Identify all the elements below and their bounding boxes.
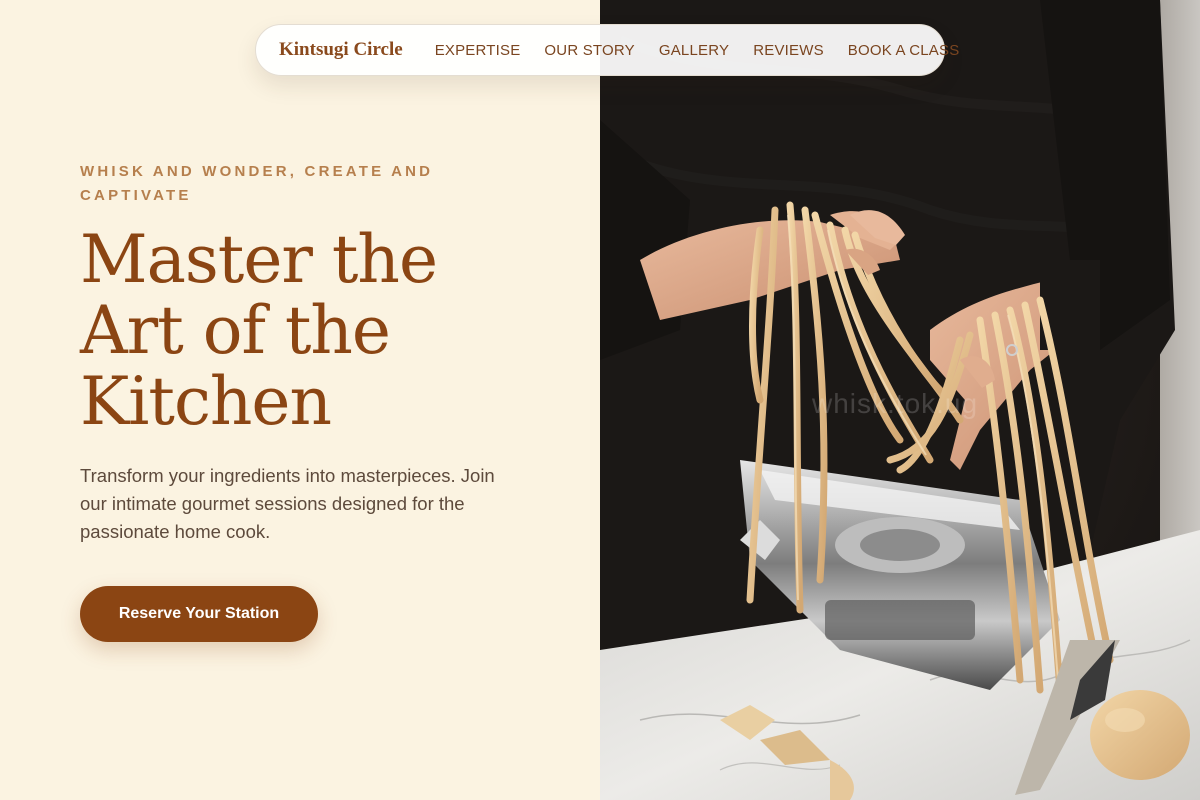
hero-headline-line-1: Master the	[80, 221, 438, 298]
photo-watermark: whisk.tok.ug	[812, 388, 979, 419]
hero-headline-line-2: Art of the	[80, 292, 391, 369]
hero-headline: Master the Art of the Kitchen	[80, 224, 550, 437]
nav-link-reviews[interactable]: REVIEWS	[753, 42, 824, 59]
nav-link-our-story[interactable]: OUR STORY	[544, 42, 634, 59]
hero-eyebrow: WHISK AND WONDER, CREATE AND CAPTIVATE	[80, 163, 434, 204]
hero-subtitle: Transform your ingredients into masterpi…	[80, 465, 495, 542]
hero-headline-line-3: Kitchen	[80, 363, 332, 440]
main-navigation: Kintsugi Circle EXPERTISE OUR STORY GALL…	[255, 24, 959, 76]
brand-logo[interactable]: Kintsugi Circle	[279, 39, 403, 61]
nav-link-gallery[interactable]: GALLERY	[659, 42, 729, 59]
nav-link-book-a-class[interactable]: BOOK A CLASS	[848, 42, 960, 59]
nav-link-expertise[interactable]: EXPERTISE	[435, 42, 521, 59]
nav-links: EXPERTISE OUR STORY GALLERY REVIEWS BOOK…	[435, 42, 960, 59]
reserve-station-button[interactable]: Reserve Your Station	[80, 586, 318, 642]
